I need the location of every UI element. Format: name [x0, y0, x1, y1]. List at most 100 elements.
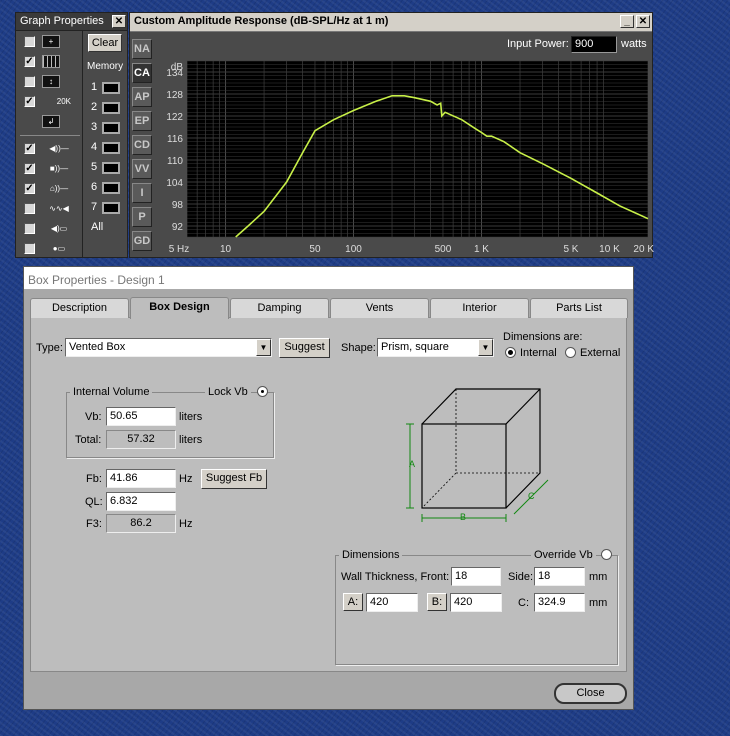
- memory-slot-number: 6: [91, 181, 98, 193]
- side-button-na[interactable]: NA: [132, 39, 152, 59]
- room-checkbox[interactable]: ✓: [24, 183, 35, 194]
- c-input[interactable]: 324.9: [534, 593, 585, 612]
- ql-input[interactable]: 6.832: [106, 492, 176, 511]
- memory-slot-button[interactable]: [102, 202, 120, 214]
- b-input[interactable]: 420: [450, 593, 502, 612]
- f3-unit: Hz: [179, 518, 193, 530]
- memory-slot-number: 4: [91, 141, 98, 153]
- tab-description[interactable]: Description: [30, 298, 129, 318]
- y-tick-label: 128: [166, 90, 183, 101]
- x-tick-label: 20 K: [633, 244, 654, 255]
- external-radio[interactable]: [565, 347, 576, 358]
- wall-side-input[interactable]: 18: [534, 567, 585, 586]
- side-button-ca[interactable]: CA: [132, 63, 152, 83]
- room-icon: ⌂))—: [42, 182, 76, 195]
- shape-select[interactable]: Prism, square ▼: [377, 338, 494, 357]
- dim-c-label: C: [528, 491, 535, 501]
- internal-volume-label: Internal Volume: [70, 386, 153, 398]
- chevron-down-icon[interactable]: ▼: [256, 339, 271, 356]
- y-tick-label: 92: [172, 222, 184, 233]
- a-button[interactable]: A:: [343, 593, 363, 611]
- box-titlebar[interactable]: Box Properties - Design 1: [24, 267, 633, 290]
- lock-vb-radio[interactable]: [257, 386, 268, 397]
- crosshair-checkbox[interactable]: [24, 36, 35, 47]
- speaker-2-checkbox[interactable]: ✓: [24, 163, 35, 174]
- lock-vb-dot: [261, 390, 264, 393]
- side-button-ap[interactable]: AP: [132, 87, 152, 107]
- tab-interior[interactable]: Interior: [430, 298, 529, 318]
- scale-arrows-icon: ↕: [42, 75, 60, 88]
- suggest-fb-button[interactable]: Suggest Fb: [201, 469, 267, 489]
- tab-box-design[interactable]: Box Design: [130, 297, 229, 319]
- x-tick-label: 1 K: [474, 244, 489, 255]
- wall-front-input[interactable]: 18: [451, 567, 501, 586]
- speaker-1-checkbox[interactable]: ✓: [24, 143, 35, 154]
- wall-thickness-label: Wall Thickness, Front:: [341, 571, 450, 583]
- memory-slot-button[interactable]: [102, 162, 120, 174]
- graph-title: Custom Amplitude Response (dB-SPL/Hz at …: [134, 15, 389, 27]
- clear-button[interactable]: Clear: [88, 34, 122, 52]
- type-value: Vented Box: [69, 341, 126, 353]
- fb-input[interactable]: 41.86: [106, 469, 176, 488]
- side-button-gd[interactable]: GD: [132, 231, 152, 251]
- divider: [20, 135, 80, 136]
- side-button-p[interactable]: P: [132, 207, 152, 227]
- total-value: 57.32: [106, 430, 176, 449]
- graph-properties-close-button[interactable]: ✕: [112, 15, 126, 28]
- crossover-checkbox[interactable]: [24, 203, 35, 214]
- box-monitor-icon: ●▭: [42, 242, 76, 255]
- input-power-label: Input Power:: [507, 38, 569, 50]
- memory-slot-button[interactable]: [102, 102, 120, 114]
- memory-label: Memory: [87, 61, 124, 72]
- tab-parts-list[interactable]: Parts List: [530, 298, 628, 318]
- graph-properties-titlebar[interactable]: Graph Properties: [16, 13, 127, 31]
- memory-slot-button[interactable]: [102, 182, 120, 194]
- side-button-cd[interactable]: CD: [132, 135, 152, 155]
- memory-slot-button[interactable]: [102, 82, 120, 94]
- dimensions-are-label: Dimensions are:: [503, 331, 583, 343]
- y-tick-label: 98: [172, 200, 184, 211]
- internal-radio[interactable]: [505, 347, 516, 358]
- b-button[interactable]: B:: [427, 593, 447, 611]
- x-tick-label: 10 K: [599, 244, 620, 255]
- minimize-button[interactable]: _: [620, 15, 634, 28]
- close-button[interactable]: Close: [554, 683, 627, 704]
- side-button-i[interactable]: I: [132, 183, 152, 203]
- tab-damping[interactable]: Damping: [230, 298, 329, 318]
- x-tick-label: 500: [435, 244, 452, 255]
- y-tick-label: 104: [166, 178, 183, 189]
- a-input[interactable]: 420: [366, 593, 418, 612]
- memory-slot-button[interactable]: [102, 142, 120, 154]
- graph-titlebar[interactable]: Custom Amplitude Response (dB-SPL/Hz at …: [130, 13, 652, 32]
- range-20k-icon: 20K: [42, 95, 72, 108]
- memory-slot-button[interactable]: [102, 122, 120, 134]
- memory-all-label[interactable]: All: [91, 221, 103, 233]
- x-tick-label: 10: [220, 244, 232, 255]
- vb-input[interactable]: 50.65: [106, 407, 176, 426]
- graph-properties-window: Graph Properties ✕ Clear Memory + ✓ ↕ ✓ …: [15, 12, 128, 258]
- override-vb-label: Override Vb: [531, 549, 596, 561]
- side-button-vv[interactable]: VV: [132, 159, 152, 179]
- y-tick-label: 116: [167, 134, 183, 145]
- x-tick-label: 5 Hz: [169, 244, 190, 255]
- y-tick-label: 134: [166, 68, 183, 79]
- crosshair-icon: +: [42, 35, 60, 48]
- grid-checkbox[interactable]: ✓: [24, 56, 35, 67]
- suggest-button[interactable]: Suggest: [279, 338, 330, 358]
- input-power-field[interactable]: 900: [571, 36, 617, 53]
- type-select[interactable]: Vented Box ▼: [65, 338, 272, 357]
- c-label: C:: [518, 597, 529, 609]
- speaker-icon: ◀))—: [42, 142, 76, 155]
- fb-label: Fb:: [86, 473, 102, 485]
- tab-vents[interactable]: Vents: [330, 298, 429, 318]
- graph-close-button[interactable]: ✕: [636, 15, 650, 28]
- scale-checkbox[interactable]: [24, 76, 35, 87]
- speaker-3-checkbox[interactable]: [24, 223, 35, 234]
- side-button-ep[interactable]: EP: [132, 111, 152, 131]
- chevron-down-icon[interactable]: ▼: [478, 339, 493, 356]
- box-checkbox[interactable]: [24, 243, 35, 254]
- graph-window: Custom Amplitude Response (dB-SPL/Hz at …: [129, 12, 654, 258]
- range-checkbox[interactable]: ✓: [24, 96, 35, 107]
- override-vb-radio[interactable]: [601, 549, 612, 560]
- export-icon[interactable]: ↲: [42, 115, 60, 128]
